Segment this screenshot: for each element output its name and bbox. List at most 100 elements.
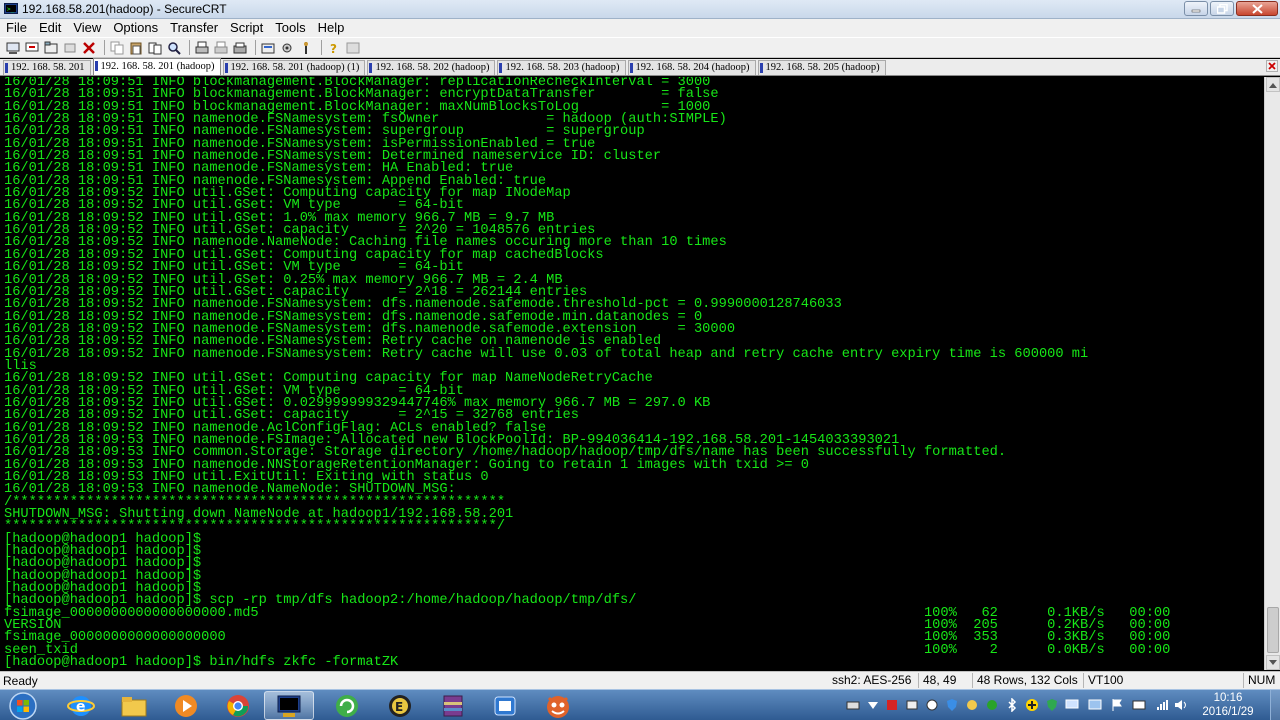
start-button[interactable] (4, 690, 42, 720)
securecrt-icon (277, 695, 301, 717)
menu-transfer[interactable]: Transfer (164, 19, 224, 37)
tray-network-device-icon[interactable] (905, 698, 919, 712)
quick-connect-button[interactable] (24, 40, 40, 56)
tray-signal-icon[interactable] (1155, 698, 1169, 712)
connect-tab-button[interactable] (43, 40, 59, 56)
file-explorer-icon (121, 696, 147, 716)
taskbar-green-app[interactable]: E (375, 691, 425, 720)
menu-tools[interactable]: Tools (269, 19, 311, 37)
reconnect-button[interactable] (62, 40, 78, 56)
media-player-icon (175, 694, 197, 717)
taskbar-securecrt[interactable] (264, 691, 314, 720)
menu-help[interactable]: Help (312, 19, 351, 37)
menu-edit[interactable]: Edit (33, 19, 67, 37)
copy-paste-icon (148, 42, 162, 54)
status-num-lock: NUM (1243, 673, 1279, 688)
restore-button[interactable] (1210, 1, 1234, 16)
taskbar-file-explorer[interactable] (109, 691, 159, 720)
close-tab-button[interactable] (1266, 60, 1278, 72)
taskbar-clock[interactable]: 10:16 2016/1/29 (1192, 691, 1264, 719)
tray-shield-icon[interactable] (945, 698, 959, 712)
tray-red-app-icon[interactable] (885, 698, 899, 712)
taskbar-media-player[interactable] (161, 691, 211, 720)
taskbar-winrar[interactable] (428, 691, 478, 720)
connect-button[interactable] (5, 40, 21, 56)
chevron-up-icon (1269, 82, 1277, 88)
taskbar-chrome[interactable] (213, 691, 263, 720)
tab-session-204-hadoop[interactable]: 192. 168. 58. 204 (hadoop) (627, 60, 756, 75)
menu-file[interactable]: File (0, 19, 33, 37)
scroll-thumb[interactable] (1267, 607, 1279, 653)
keymap-icon (304, 41, 308, 54)
session-options-icon (261, 43, 275, 53)
tab-session-205-hadoop[interactable]: 192. 168. 58. 205 (hadoop) (757, 60, 886, 75)
print-selection-button[interactable] (213, 40, 229, 56)
taskbar-blue-app[interactable] (480, 691, 530, 720)
scroll-up-button[interactable] (1266, 77, 1280, 92)
copy-icon (110, 41, 124, 54)
find-button[interactable] (166, 40, 182, 56)
close-icon (1251, 3, 1263, 14)
taskbar-internet-explorer[interactable]: e (56, 691, 106, 720)
terminal-line: 16/01/28 18:09:52 INFO namenode.FSNamesy… (4, 346, 1089, 362)
tray-plus-icon[interactable] (1025, 698, 1039, 712)
scroll-down-button[interactable] (1266, 655, 1280, 670)
tray-arrow-icon[interactable] (866, 698, 880, 712)
blue-app-icon (494, 696, 516, 715)
restore-icon (1216, 3, 1228, 14)
terminal-output[interactable]: 16/01/28 18:09:51 INFO blockmanagement.B… (0, 77, 1264, 670)
status-ready: Ready (3, 674, 38, 688)
tray-circle-icon[interactable] (985, 698, 999, 712)
menu-bar: File Edit View Options Transfer Script T… (0, 19, 1280, 37)
clock-date: 2016/1/29 (1202, 706, 1254, 718)
menu-script[interactable]: Script (224, 19, 269, 37)
tray-display-icon[interactable] (1088, 698, 1102, 712)
toolbar-separator (255, 40, 256, 55)
tray-keyboard-icon[interactable] (846, 698, 860, 712)
taskbar-mascot-app[interactable] (533, 691, 583, 720)
show-desktop-button[interactable] (1270, 690, 1280, 720)
tray-network-icon[interactable] (1132, 698, 1146, 712)
tray-monitor-icon[interactable] (1065, 698, 1079, 712)
tray-volume-icon[interactable] (1174, 698, 1188, 712)
tab-session-201-hadoop[interactable]: 192. 168. 58. 201 (hadoop) (92, 58, 221, 75)
tab-session-201[interactable]: 192. 168. 58. 201 (3, 60, 91, 75)
tray-flag-icon[interactable] (1110, 698, 1124, 712)
refresh-tool-icon (336, 694, 358, 717)
about-button[interactable] (345, 40, 361, 56)
copy-button[interactable] (109, 40, 125, 56)
tray-qq-icon[interactable] (925, 698, 939, 712)
status-bar: Ready ssh2: AES-256 48, 49 48 Rows, 132 … (0, 671, 1280, 689)
tray-security-icon[interactable] (1045, 698, 1059, 712)
disconnect-button[interactable] (81, 40, 97, 56)
session-options-button[interactable] (260, 40, 276, 56)
status-cursor-position: 48, 49 (918, 673, 960, 688)
menu-options[interactable]: Options (107, 19, 164, 37)
minimize-icon (1191, 9, 1201, 12)
taskbar-refresh-tool[interactable] (322, 691, 372, 720)
tab-session-203-hadoop[interactable]: 192. 168. 58. 203 (hadoop) (497, 60, 626, 75)
close-icon (1268, 62, 1276, 70)
menu-view[interactable]: View (67, 19, 107, 37)
copy-paste-button[interactable] (147, 40, 163, 56)
mascot-app-icon (547, 695, 569, 718)
tab-session-201-hadoop-1[interactable]: 192. 168. 58. 201 (hadoop) (1) (222, 60, 366, 75)
print-setup-button[interactable] (232, 40, 248, 56)
tab-session-202-hadoop[interactable]: 192. 168. 58. 202 (hadoop) (367, 60, 496, 75)
internet-explorer-icon: e (67, 695, 95, 716)
help-button[interactable]: ? (326, 40, 342, 56)
minimize-button[interactable] (1184, 1, 1208, 16)
disconnect-icon (83, 41, 95, 54)
tray-green-icon[interactable] (965, 698, 979, 712)
toolbar-separator (104, 40, 105, 55)
status-terminal-size: 48 Rows, 132 Cols (972, 673, 1082, 688)
svg-text:E: E (395, 700, 403, 714)
svg-text:>_: >_ (7, 6, 15, 13)
tray-bluetooth-icon[interactable] (1005, 698, 1019, 712)
close-button[interactable] (1236, 1, 1278, 16)
global-options-button[interactable] (279, 40, 295, 56)
print-button[interactable] (194, 40, 210, 56)
keymap-button[interactable] (298, 40, 314, 56)
paste-button[interactable] (128, 40, 144, 56)
terminal-scrollbar[interactable] (1264, 77, 1280, 670)
